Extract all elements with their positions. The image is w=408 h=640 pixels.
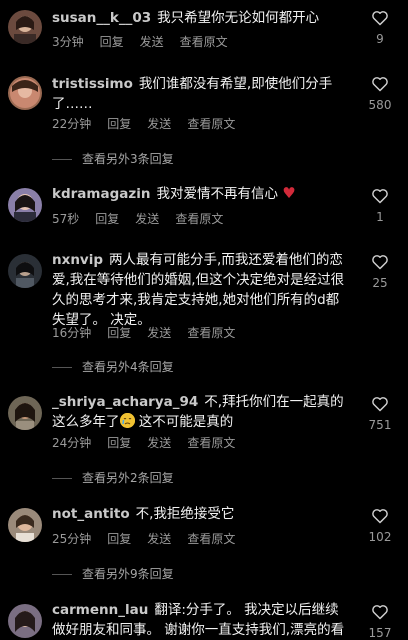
like-count: 580 xyxy=(368,98,392,112)
view-replies-label: 查看另外9条回复 xyxy=(82,567,174,581)
like-button[interactable]: 751 xyxy=(362,396,398,432)
view-more-replies[interactable]: 查看另外2条回复 xyxy=(52,469,174,486)
avatar[interactable] xyxy=(8,508,42,542)
comment-meta: 57秒 回复 发送 查看原文 xyxy=(52,210,239,227)
see-original-button[interactable]: 查看原文 xyxy=(187,532,235,546)
comment-meta: 25分钟 回复 发送 查看原文 xyxy=(52,530,251,547)
divider xyxy=(52,159,72,160)
comment-text: tristissimo 我们谁都没有希望,即使他们分手了…… xyxy=(52,74,348,114)
reply-button[interactable]: 回复 xyxy=(107,532,131,546)
avatar[interactable] xyxy=(8,76,42,110)
username[interactable]: kdramagazin xyxy=(52,186,150,202)
view-more-replies[interactable]: 查看另外4条回复 xyxy=(52,358,174,375)
like-count: 25 xyxy=(372,276,388,290)
timestamp: 16分钟 xyxy=(52,326,92,340)
view-more-replies[interactable]: 查看另外9条回复 xyxy=(52,565,174,582)
timestamp: 3分钟 xyxy=(52,35,84,49)
comment-meta: 16分钟 回复 发送 查看原文 xyxy=(52,324,251,341)
comment-text: _shriya_acharya_94 不,拜托你们在一起真的这么多年了 这不可能是… xyxy=(52,392,348,432)
divider xyxy=(52,478,72,479)
comment-text: kdramagazin 我对爱情不再有信心 ♥ xyxy=(52,184,348,204)
comment-text: not_antito 不,我拒绝接受它 xyxy=(52,504,348,524)
avatar[interactable] xyxy=(8,10,42,44)
avatar[interactable] xyxy=(8,396,42,430)
divider xyxy=(52,367,72,368)
heart-outline-icon xyxy=(372,397,388,412)
see-original-button[interactable]: 查看原文 xyxy=(187,436,235,450)
comment-body: 我对爱情不再有信心 xyxy=(156,186,278,202)
reply-button[interactable]: 回复 xyxy=(95,212,119,226)
username[interactable]: carmenn_lau xyxy=(52,602,148,618)
timestamp: 25分钟 xyxy=(52,532,92,546)
username[interactable]: susan__k__03 xyxy=(52,10,151,26)
view-more-replies[interactable]: 查看另外3条回复 xyxy=(52,150,174,167)
comment-meta: 3分钟 回复 发送 查看原文 xyxy=(52,33,244,50)
like-button[interactable]: 1 xyxy=(362,188,398,224)
heart-outline-icon xyxy=(372,605,388,620)
like-count: 102 xyxy=(368,530,392,544)
heart-outline-icon xyxy=(372,189,388,204)
like-count: 751 xyxy=(368,418,392,432)
timestamp: 22分钟 xyxy=(52,117,92,131)
view-replies-label: 查看另外4条回复 xyxy=(82,360,174,374)
heart-outline-icon xyxy=(372,255,388,270)
crying-face-icon xyxy=(119,413,135,428)
reply-button[interactable]: 回复 xyxy=(107,117,131,131)
reply-button[interactable]: 回复 xyxy=(100,35,124,49)
see-original-button[interactable]: 查看原文 xyxy=(187,117,235,131)
heart-outline-icon xyxy=(372,509,388,524)
like-count: 1 xyxy=(376,210,384,224)
divider xyxy=(52,574,72,575)
like-button[interactable]: 157 xyxy=(362,604,398,640)
avatar[interactable] xyxy=(8,254,42,288)
avatar[interactable] xyxy=(8,188,42,222)
see-original-button[interactable]: 查看原文 xyxy=(175,212,223,226)
like-count: 9 xyxy=(376,32,384,46)
like-button[interactable]: 9 xyxy=(362,10,398,46)
comment-meta: 22分钟 回复 发送 查看原文 xyxy=(52,115,251,132)
username[interactable]: tristissimo xyxy=(52,76,133,92)
comment-meta: 24分钟 回复 发送 查看原文 xyxy=(52,434,251,451)
avatar[interactable] xyxy=(8,604,42,638)
timestamp: 57秒 xyxy=(52,212,80,226)
see-original-button[interactable]: 查看原文 xyxy=(187,326,235,340)
send-button[interactable]: 发送 xyxy=(140,35,164,49)
like-button[interactable]: 102 xyxy=(362,508,398,544)
see-original-button[interactable]: 查看原文 xyxy=(180,35,228,49)
comment-text: carmenn_lau 翻译:分手了。 我决定以后继续做好朋友和同事。 谢谢你一直… xyxy=(52,600,348,640)
comment-body-end: 这不可能是真的 xyxy=(134,414,234,430)
send-button[interactable]: 发送 xyxy=(147,326,171,340)
comment-text: susan__k__03 我只希望你无论如何都开心 xyxy=(52,8,348,28)
comment-text: nxnvip 两人最有可能分手,而我还爱着他们的恋爱,我在等待他们的婚姻,但这个决… xyxy=(52,250,348,330)
comment-body: 不,我拒绝接受它 xyxy=(135,506,235,522)
view-replies-label: 查看另外2条回复 xyxy=(82,471,174,485)
timestamp: 24分钟 xyxy=(52,436,92,450)
like-count: 157 xyxy=(368,626,392,640)
comment-7: carmenn_lau 翻译:分手了。 我决定以后继续做好朋友和同事。 谢谢你一直… xyxy=(0,596,408,640)
username[interactable]: not_antito xyxy=(52,506,130,522)
send-button[interactable]: 发送 xyxy=(147,532,171,546)
reply-button[interactable]: 回复 xyxy=(107,436,131,450)
username[interactable]: _shriya_acharya_94 xyxy=(52,394,198,410)
view-replies-label: 查看另外3条回复 xyxy=(82,152,174,166)
like-button[interactable]: 25 xyxy=(362,254,398,290)
like-button[interactable]: 580 xyxy=(362,76,398,112)
send-button[interactable]: 发送 xyxy=(147,117,171,131)
heart-outline-icon xyxy=(372,77,388,92)
send-button[interactable]: 发送 xyxy=(147,436,171,450)
send-button[interactable]: 发送 xyxy=(135,212,159,226)
comment-body: 我只希望你无论如何都开心 xyxy=(157,10,320,26)
broken-heart-icon: ♥ xyxy=(282,184,296,202)
heart-outline-icon xyxy=(372,11,388,26)
reply-button[interactable]: 回复 xyxy=(107,326,131,340)
username[interactable]: nxnvip xyxy=(52,252,103,268)
